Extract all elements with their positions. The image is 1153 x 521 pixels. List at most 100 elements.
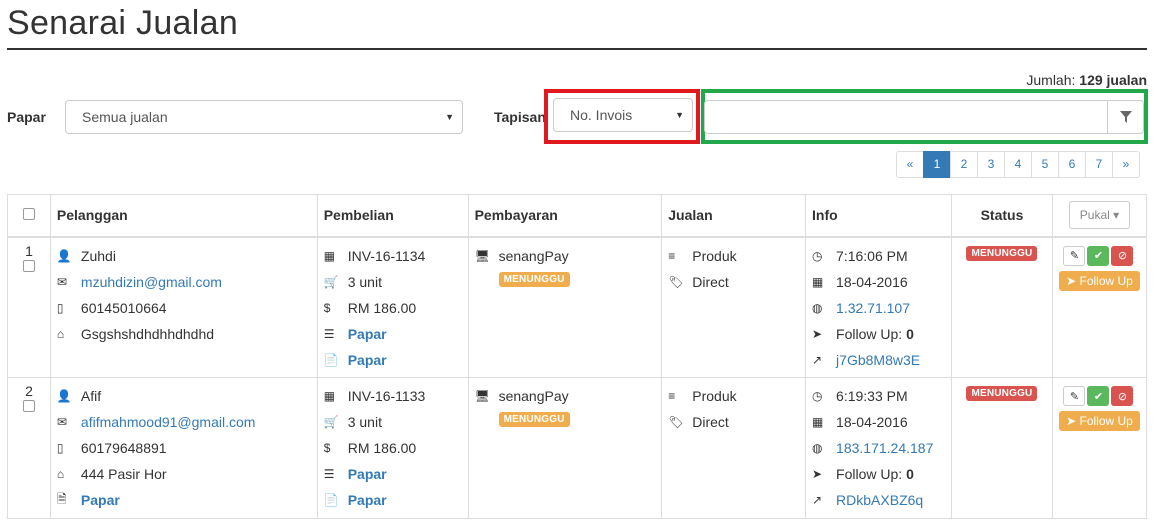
phone-icon: ▯ <box>56 300 64 315</box>
bars-icon: ≡ <box>668 248 676 263</box>
row-checkbox[interactable] <box>22 400 35 412</box>
reject-button[interactable]: ⊘ <box>1111 386 1134 406</box>
filter-search-input[interactable] <box>704 100 1108 134</box>
reject-button[interactable]: ⊘ <box>1111 245 1134 266</box>
bars-icon: ≡ <box>668 389 676 403</box>
units-value: 3 unit <box>347 273 382 290</box>
address-value: Gsgshshdhdhhdhdhd <box>80 325 215 342</box>
date-value: 18-04-2016 <box>836 414 908 430</box>
cart-icon: 🛒 <box>323 274 339 289</box>
qrcode-icon: ▦ <box>323 248 336 263</box>
total-count: Jumlah: 129 jualan <box>1026 72 1147 88</box>
followup-label: Follow Up: <box>836 325 903 342</box>
pagination-page[interactable]: 7 <box>1085 151 1113 178</box>
pagination-page[interactable]: 1 <box>923 151 951 178</box>
email-value[interactable]: mzuhdizin@gmail.com <box>81 274 222 290</box>
user-icon: 👤 <box>56 248 72 263</box>
pagination-page[interactable]: 2 <box>950 151 978 178</box>
approve-button[interactable]: ✔ <box>1087 245 1110 266</box>
table-row: 2 👤 Afif ✉ afifmahmood91@gmail.com ▯ 601796488… <box>7 377 1148 519</box>
pagination-prev[interactable]: « <box>896 151 924 178</box>
clock-icon: ◷ <box>812 248 823 263</box>
home-icon: ⌂ <box>56 326 65 341</box>
edit-icon: ✎ <box>1069 390 1080 403</box>
tapisan-label: Tapisan <box>494 109 546 125</box>
pukal-button[interactable]: Pukal ▾ <box>1068 201 1131 230</box>
status-badge: MENUNGGU <box>966 245 1038 261</box>
select-all-checkbox[interactable] <box>22 208 35 221</box>
ip-value[interactable]: 1.32.71.107 <box>836 300 910 316</box>
invoice-value: INV-16-1133 <box>347 388 426 404</box>
papar1-value[interactable]: Papar <box>348 466 387 482</box>
edit-button[interactable]: ✎ <box>1063 386 1086 406</box>
units-value: 3 unit <box>347 414 382 430</box>
sales-table: Pelanggan Pembelian Pembayaran Jualan In… <box>7 194 1148 519</box>
papar-select[interactable]: Semua jualan ▼ <box>65 100 463 134</box>
phone-value: 60145010664 <box>80 299 167 316</box>
status-badge: MENUNGGU <box>966 386 1038 401</box>
time-value: 6:19:33 PM <box>836 388 908 404</box>
follow-up-button[interactable]: ➤ Follow Up <box>1058 270 1140 291</box>
pagination-page[interactable]: 4 <box>1004 151 1032 178</box>
col-pembayaran: Pembayaran <box>467 194 663 238</box>
globe-icon: ◍ <box>812 300 823 315</box>
clock-icon: ◷ <box>812 389 823 403</box>
row-checkbox[interactable] <box>22 259 35 272</box>
row-number: 2 <box>25 383 33 399</box>
papar-selected: Semua jualan <box>82 109 168 125</box>
name-value: Afif <box>80 388 102 404</box>
papar2-value[interactable]: Papar <box>348 352 387 368</box>
actions-cell: ✎ ✔ ⊘ ➤ Follow Up <box>1051 377 1148 519</box>
col-pembelian: Pembelian <box>316 194 469 238</box>
payment-cell: 🖥 senangPay MENUNGGU <box>467 377 663 519</box>
payment-cell: 🖥 senangPay MENUNGGU <box>467 236 663 378</box>
document-icon: 🗎 <box>56 491 67 506</box>
approve-button[interactable]: ✔ <box>1087 386 1110 406</box>
jualan-cell: ≡ Produk 🏷 Direct <box>661 377 807 519</box>
papar2-value[interactable]: Papar <box>348 492 387 508</box>
amount-value: RM 186.00 <box>347 299 417 316</box>
payment_method-value: senangPay <box>498 247 569 264</box>
pagination-page[interactable]: 5 <box>1031 151 1059 178</box>
list-icon: ☰ <box>323 326 335 341</box>
jualan_channel-value: Direct <box>692 273 729 290</box>
ban-icon: ⊘ <box>1117 390 1128 403</box>
ip-value[interactable]: 183.171.24.187 <box>836 440 933 456</box>
jualan-cell: ≡ Produk 🏷 Direct <box>661 236 807 378</box>
pagination-page[interactable]: 3 <box>977 151 1005 178</box>
title-divider <box>7 48 1147 50</box>
row-select-cell: 1 <box>7 236 51 378</box>
calendar-icon: ▦ <box>812 415 824 429</box>
pagination-page[interactable]: 6 <box>1058 151 1086 178</box>
code-value[interactable]: j7Gb8M8w3E <box>836 352 920 368</box>
tapisan-selected: No. Invois <box>570 107 633 123</box>
amount-value: RM 186.00 <box>347 440 417 456</box>
phone-icon: ▯ <box>56 441 64 455</box>
select-all-cell <box>7 194 51 238</box>
extra_link-value[interactable]: Papar <box>81 492 120 508</box>
dollar-icon: $ <box>323 300 331 315</box>
dropdown-caret-icon: ▼ <box>445 112 454 122</box>
edit-button[interactable]: ✎ <box>1063 245 1086 266</box>
email-value[interactable]: afifmahmood91@gmail.com <box>81 414 256 430</box>
papar1-value[interactable]: Papar <box>348 326 387 342</box>
tag-icon: 🏷 <box>668 274 684 289</box>
info-cell: ◷ 7:16:06 PM ▦ 18-04-2016 ◍ 1.32.71.107 ➤ Follo… <box>805 236 952 378</box>
followup-label: Follow Up: <box>836 466 903 482</box>
actions-cell: ✎ ✔ ⊘ ➤ Follow Up <box>1051 236 1148 378</box>
user-icon: 👤 <box>56 389 72 403</box>
address-value: 444 Pasir Hor <box>80 466 167 482</box>
code-value[interactable]: RDkbAXBZ6q <box>836 492 923 508</box>
check-icon: ✔ <box>1093 250 1104 262</box>
filter-button[interactable] <box>1107 100 1144 134</box>
invoice-value: INV-16-1134 <box>347 247 426 264</box>
pagination-next[interactable]: » <box>1112 151 1140 178</box>
purchase-cell: ▦ INV-16-1134 🛒 3 unit $ RM 186.00 ☰ Papar 📄 Papa… <box>316 236 469 378</box>
time-value: 7:16:06 PM <box>836 247 908 264</box>
tapisan-select[interactable]: No. Invois ▼ <box>553 98 693 132</box>
ban-icon: ⊘ <box>1117 250 1128 262</box>
cart-icon: 🛒 <box>323 415 339 429</box>
globe-icon: ◍ <box>812 441 823 455</box>
follow-up-button[interactable]: ➤ Follow Up <box>1058 411 1140 431</box>
row-number: 1 <box>25 242 33 259</box>
